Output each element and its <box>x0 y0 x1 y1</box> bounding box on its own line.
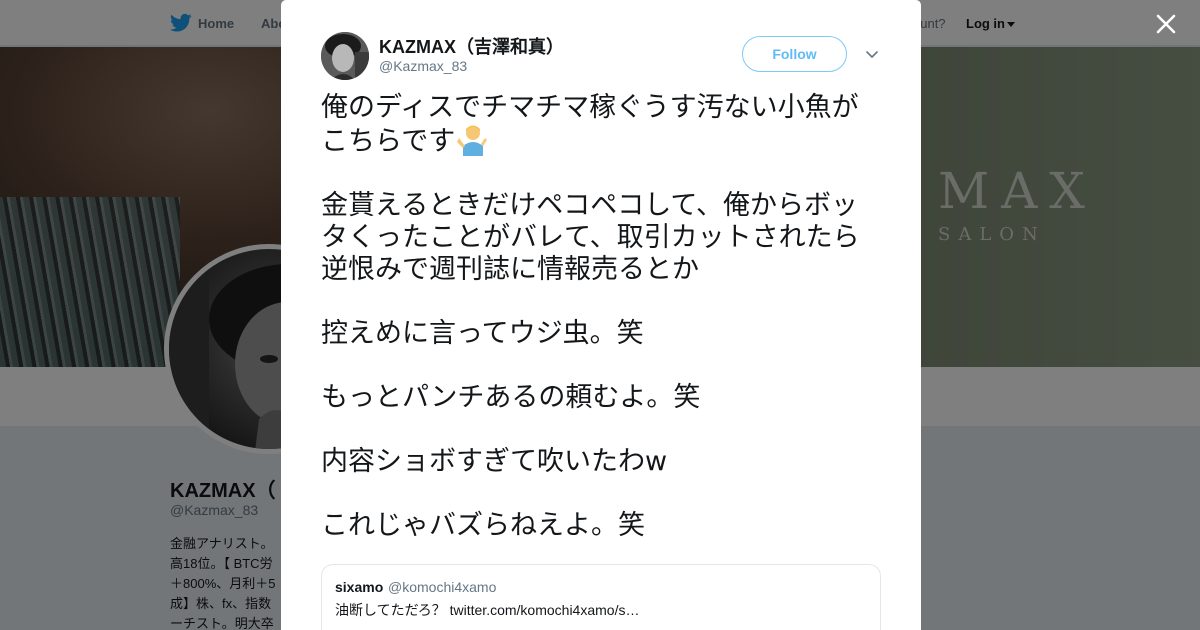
close-modal-button[interactable] <box>1152 10 1180 38</box>
follow-button[interactable]: Follow <box>742 36 847 72</box>
close-icon <box>1156 14 1176 34</box>
tweet-paragraph: 金貰えるときだけペコペコして、俺からボッタくったことがバレて、取引カットされたら… <box>321 190 860 285</box>
author-avatar-photo <box>321 32 369 80</box>
tweet-paragraph: 俺のディスでチマチマ稼ぐうす汚ない小魚がこちらです <box>321 92 881 158</box>
tweet-paragraph: これじゃバズらねえよ。笑 <box>321 510 645 541</box>
author-name[interactable]: KAZMAX（吉澤和真） <box>379 33 564 59</box>
tweet-paragraph: もっとパンチあるの頼むよ。笑 <box>321 382 701 413</box>
tweet-paragraph: 内容ショボすぎて吹いたわw <box>321 446 668 477</box>
quoted-author-handle: @komochi4xamo <box>388 579 497 595</box>
tweet-text: 俺のディスでチマチマ稼ぐうす汚ない小魚がこちらです 金貰えるときだけペコペコして… <box>321 92 881 574</box>
author-avatar[interactable] <box>321 32 369 80</box>
chevron-down-icon[interactable] <box>864 46 880 62</box>
quoted-tweet-card[interactable]: sixamo @komochi4xamo 油断してただろ？ twitter.co… <box>321 564 881 630</box>
tweet-paragraph-text: 俺のディスでチマチマ稼ぐうす汚ない小魚がこちらです <box>321 92 859 157</box>
quoted-author-name: sixamo <box>335 579 384 595</box>
tweet-paragraph: 控えめに言ってウジ虫。笑 <box>321 318 644 349</box>
person-shrugging-emoji-icon <box>457 125 488 156</box>
author-handle[interactable]: @Kazmax_83 <box>379 58 467 74</box>
quoted-tweet-text: 油断してただろ？ twitter.com/komochi4xamo/s… <box>335 602 640 618</box>
tweet-modal: KAZMAX（吉澤和真） @Kazmax_83 Follow 俺のディスでチマチ… <box>281 0 921 630</box>
